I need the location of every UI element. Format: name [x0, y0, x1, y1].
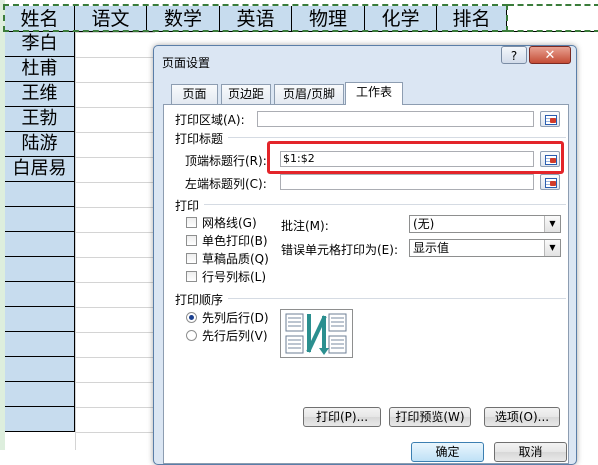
errors-select[interactable]: 显示值 ▼ [409, 239, 561, 257]
print-preview-button[interactable]: 打印预览(W) [389, 407, 471, 427]
header-row: 姓名 语文 数学 英语 物理 化学 排名 [5, 6, 598, 32]
empty-cell[interactable] [5, 407, 75, 432]
print-titles-label: 打印标题 [175, 132, 224, 146]
divider [228, 298, 566, 299]
empty-cell[interactable] [5, 282, 75, 307]
ok-button[interactable]: 确定 [411, 442, 484, 462]
cancel-button[interactable]: 取消 [494, 442, 567, 462]
cols-to-repeat-ref-button[interactable] [540, 174, 560, 190]
header-cell-math[interactable]: 数学 [147, 6, 220, 32]
header-cell-chinese[interactable]: 语文 [75, 6, 147, 32]
cols-to-repeat-input[interactable] [280, 174, 534, 190]
name-cell[interactable]: 王维 [5, 82, 75, 107]
header-cell-empty[interactable] [507, 6, 598, 32]
errors-label: 错误单元格打印为(E): [281, 243, 398, 257]
empty-cell[interactable] [5, 257, 75, 282]
tab-page[interactable]: 页面 [171, 84, 218, 104]
red-highlight-box [267, 141, 564, 174]
empty-cell[interactable] [5, 382, 75, 407]
black-white-label: 单色打印(B) [202, 234, 268, 248]
header-cell-name[interactable]: 姓名 [5, 6, 75, 32]
name-cell[interactable]: 李白 [5, 32, 75, 57]
print-section-label: 打印 [175, 199, 200, 213]
comments-select[interactable]: (无) ▼ [409, 215, 561, 233]
down-then-over-radio[interactable] [186, 312, 197, 323]
dropdown-arrow-icon: ▼ [544, 240, 560, 256]
print-button[interactable]: 打印(P)... [303, 407, 381, 427]
page-order-label: 打印顺序 [175, 293, 224, 307]
draft-quality-label: 草稿品质(Q) [202, 252, 269, 266]
header-cell-chemistry[interactable]: 化学 [365, 6, 437, 32]
dialog-title: 页面设置 [162, 56, 211, 70]
print-area-label: 打印区域(A): [175, 113, 245, 127]
header-cell-rank[interactable]: 排名 [437, 6, 507, 32]
errors-value: 显示值 [413, 241, 450, 255]
name-cell[interactable]: 杜甫 [5, 57, 75, 82]
over-then-down-radio[interactable] [186, 330, 197, 341]
tab-margins[interactable]: 页边距 [221, 84, 271, 104]
empty-cell[interactable] [5, 357, 75, 382]
name-cell[interactable]: 白居易 [5, 157, 75, 182]
divider [204, 204, 566, 205]
cell-grid[interactable] [75, 32, 155, 450]
draft-quality-checkbox[interactable] [186, 253, 197, 264]
divider [228, 137, 566, 138]
header-cell-physics[interactable]: 物理 [292, 6, 365, 32]
row-col-headings-label: 行号列标(L) [202, 270, 267, 284]
sheet-tab-panel: 打印区域(A): 打印标题 顶端标题行(R): $1:$2 左端标题列(C): … [163, 104, 569, 464]
header-cell-english[interactable]: 英语 [220, 6, 292, 32]
tab-header-footer[interactable]: 页眉/页脚 [274, 84, 344, 104]
help-button[interactable]: ? [501, 46, 527, 64]
name-column: 李白 杜甫 王维 王勃 陆游 白居易 [5, 32, 75, 432]
options-button[interactable]: 选项(O)... [484, 407, 560, 427]
print-area-ref-button[interactable] [540, 111, 560, 127]
rows-to-repeat-label: 顶端标题行(R): [185, 154, 267, 168]
empty-cell[interactable] [5, 182, 75, 207]
empty-cell[interactable] [5, 207, 75, 232]
black-white-checkbox[interactable] [186, 235, 197, 246]
tab-sheet[interactable]: 工作表 [345, 82, 403, 105]
page-setup-dialog: 页面设置 ? ✕ 页面 页边距 页眉/页脚 工作表 打印区域(A): 打印标题 … [153, 45, 577, 465]
print-area-input[interactable] [257, 111, 534, 127]
gridlines-label: 网格线(G) [202, 216, 257, 230]
down-then-over-label: 先列后行(D) [202, 311, 269, 325]
dropdown-arrow-icon: ▼ [544, 216, 560, 232]
name-cell[interactable]: 陆游 [5, 132, 75, 157]
comments-value: (无) [413, 217, 435, 231]
gridlines-checkbox[interactable] [186, 217, 197, 228]
over-then-down-label: 先行后列(V) [202, 329, 268, 343]
row-col-headings-checkbox[interactable] [186, 271, 197, 282]
page-order-preview-icon [280, 309, 353, 358]
comments-label: 批注(M): [281, 219, 329, 233]
empty-cell[interactable] [5, 307, 75, 332]
name-cell[interactable]: 王勃 [5, 107, 75, 132]
close-button[interactable]: ✕ [529, 46, 571, 64]
empty-cell[interactable] [5, 332, 75, 357]
cols-to-repeat-label: 左端标题列(C): [185, 177, 267, 191]
empty-cell[interactable] [5, 232, 75, 257]
